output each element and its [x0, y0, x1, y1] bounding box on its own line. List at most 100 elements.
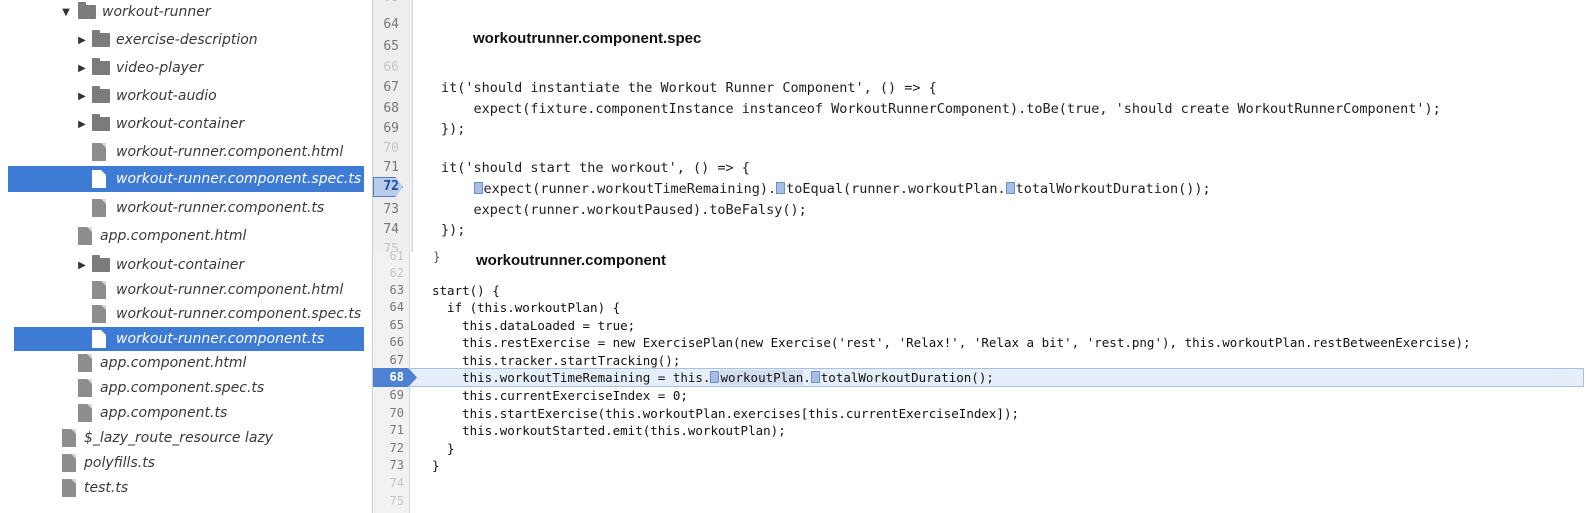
- line-number: 72: [389, 441, 404, 455]
- tree-file-polyfills[interactable]: polyfills.ts: [62, 451, 372, 475]
- line-number: 72: [383, 179, 399, 194]
- tree-file-workout-runner-ts[interactable]: workout-runner.component.ts: [92, 195, 372, 221]
- code-line: expect(runner.workoutPaused).toBeFalsy()…: [441, 202, 807, 218]
- code-segment: .: [803, 370, 811, 385]
- line-number: 68: [389, 370, 404, 384]
- folder-icon: [92, 114, 110, 131]
- line-number: 63: [373, 0, 399, 5]
- tree-folder-exercise-description[interactable]: ▶ exercise-description: [76, 27, 372, 53]
- collapse-arrow-icon[interactable]: ▶: [76, 260, 88, 271]
- line-number: 68: [383, 101, 399, 116]
- file-icon: [62, 454, 76, 472]
- tree-folder-workout-runner[interactable]: ▼ workout-runner: [60, 0, 372, 25]
- line-number: 61: [389, 249, 404, 263]
- folder-icon: [78, 2, 96, 19]
- collapse-arrow-icon[interactable]: ▶: [76, 63, 88, 74]
- collapse-arrow-icon[interactable]: ▶: [76, 35, 88, 46]
- project-tree: ▼ workout-runner ▶ exercise-description …: [0, 0, 372, 513]
- tree-file-workout-runner-ts-selected[interactable]: workout-runner.component.ts: [14, 327, 364, 351]
- breakpoint-marker[interactable]: 72: [373, 177, 413, 197]
- folder-icon: [92, 58, 110, 75]
- tree-node-label: workout-container: [116, 257, 245, 273]
- line-number: 62: [389, 266, 404, 280]
- line-number: 74: [383, 222, 399, 237]
- tree-file-app-component-ts[interactable]: app.component.ts: [78, 401, 372, 425]
- inline-breakpoint-icon[interactable]: [810, 371, 820, 383]
- collapse-arrow-icon[interactable]: ▶: [76, 119, 88, 130]
- tree-node-label: video-player: [116, 60, 204, 76]
- file-icon: [78, 227, 92, 245]
- breakpoint-marker[interactable]: 68: [373, 368, 419, 387]
- file-icon: [62, 429, 76, 447]
- spec-caption: workoutrunner.component.spec: [473, 30, 702, 47]
- line-number: 67: [383, 80, 399, 95]
- tree-file-test[interactable]: test.ts: [62, 476, 372, 500]
- inline-breakpoint-icon[interactable]: [1005, 182, 1015, 194]
- line-number: 63: [389, 283, 404, 297]
- selected-word: workoutPlan: [720, 370, 804, 385]
- code-line: }: [433, 249, 441, 264]
- code-segment: toEqual(runner.workoutPlan.: [786, 181, 1006, 197]
- tree-file-workout-runner-html[interactable]: workout-runner.component.html: [92, 278, 372, 302]
- tree-file-app-component-html[interactable]: app.component.html: [78, 351, 372, 375]
- code-line: this.tracker.startTracking();: [432, 353, 681, 368]
- line-number: 66: [383, 60, 399, 75]
- code-segment: this.workoutTimeRemaining = this.: [432, 370, 711, 385]
- code-line: this.currentExerciseIndex = 0;: [432, 388, 688, 403]
- code-line: if (this.workoutPlan) {: [432, 300, 621, 315]
- line-number: 73: [383, 202, 399, 217]
- file-icon: [78, 379, 92, 397]
- tree-node-label: workout-runner: [102, 4, 211, 20]
- code-line: this.restExercise = new ExercisePlan(new…: [432, 335, 1471, 350]
- file-icon: [92, 199, 106, 217]
- line-number: 64: [389, 300, 404, 314]
- inline-breakpoint-icon[interactable]: [710, 371, 720, 383]
- line-number: 75: [389, 494, 404, 508]
- tree-file-app-component-spec[interactable]: app.component.spec.ts: [78, 376, 372, 400]
- code-segment: totalWorkoutDuration();: [820, 370, 994, 385]
- tree-node-label: exercise-description: [116, 32, 258, 48]
- project-tree-lower: ▶ workout-container workout-runner.compo…: [0, 252, 372, 513]
- line-number: 74: [389, 476, 404, 490]
- code-segment: totalWorkoutDuration());: [1015, 181, 1211, 197]
- inline-breakpoint-icon[interactable]: [776, 182, 786, 194]
- tree-node-label: polyfills.ts: [84, 455, 155, 471]
- tree-file-app-component-html[interactable]: app.component.html: [78, 223, 372, 249]
- tree-folder-workout-container[interactable]: ▶ workout-container: [76, 253, 372, 277]
- tree-node-label: app.component.ts: [100, 405, 228, 421]
- tree-file-workout-runner-html[interactable]: workout-runner.component.html: [92, 139, 372, 165]
- line-number: 65: [383, 39, 399, 54]
- tree-node-label: workout-runner.component.html: [116, 282, 344, 298]
- tree-file-lazy-route-resource[interactable]: $_lazy_route_resource lazy: [62, 426, 372, 450]
- component-editor[interactable]: 61 62 63 64 65 66 67 68 69 70 71 72 73 7…: [373, 249, 1586, 513]
- tree-file-workout-runner-spec[interactable]: workout-runner.component.spec.ts: [92, 302, 372, 326]
- code-line: it('should start the workout', () => {: [441, 160, 750, 176]
- file-icon: [92, 281, 106, 299]
- code-line-72: expect(runner.workoutTimeRemaining). toEq…: [441, 181, 1211, 197]
- line-number: 69: [383, 121, 399, 136]
- collapse-arrow-icon[interactable]: ▶: [76, 91, 88, 102]
- tree-file-workout-runner-spec-selected[interactable]: workout-runner.component.spec.ts: [8, 166, 364, 192]
- tree-folder-workout-audio[interactable]: ▶ workout-audio: [76, 83, 372, 109]
- tree-folder-workout-container[interactable]: ▶ workout-container: [76, 111, 372, 137]
- code-line: }: [432, 441, 455, 456]
- tree-node-label: workout-runner.component.spec.ts: [116, 171, 362, 187]
- code-line: this.startExercise(this.workoutPlan.exer…: [432, 406, 1019, 421]
- line-number: 71: [389, 423, 404, 437]
- spec-editor[interactable]: 63 64 65 66 67 68 69 70 71 72 73 74 75 w…: [373, 0, 1586, 257]
- line-number: 64: [383, 17, 399, 32]
- tree-folder-video-player[interactable]: ▶ video-player: [76, 55, 372, 81]
- inline-breakpoint-icon[interactable]: [473, 182, 483, 194]
- file-icon: [92, 330, 106, 348]
- code-line: expect(fixture.componentInstance instanc…: [441, 101, 1441, 117]
- file-icon: [78, 404, 92, 422]
- folder-icon: [92, 30, 110, 47]
- tree-node-label: workout-container: [116, 116, 245, 132]
- line-number: 66: [389, 335, 404, 349]
- line-number: 73: [389, 458, 404, 472]
- folder-icon: [92, 255, 110, 272]
- expand-arrow-icon[interactable]: ▼: [60, 7, 72, 18]
- line-number: 71: [383, 160, 399, 175]
- file-icon: [78, 354, 92, 372]
